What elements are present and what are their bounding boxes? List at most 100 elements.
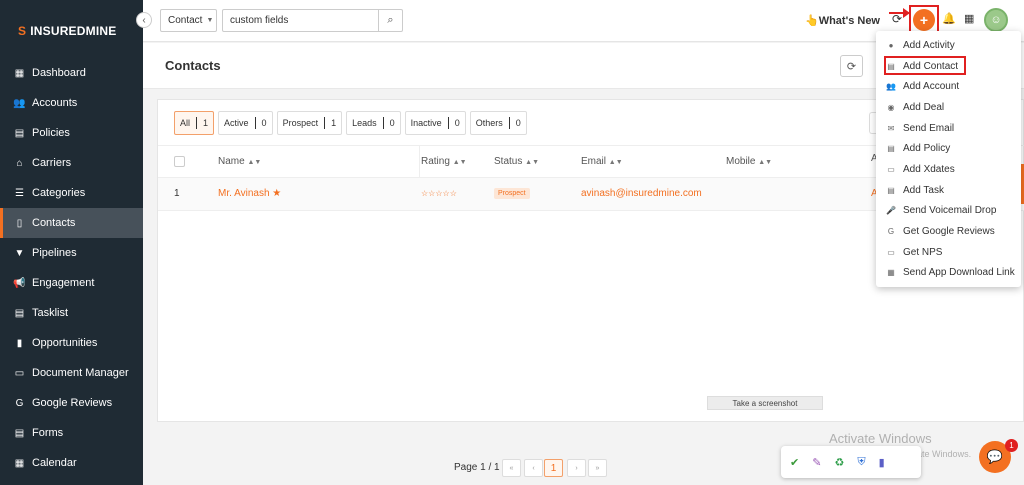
page-title: Contacts [165,58,221,73]
sidebar-item-forms[interactable]: ▤ Forms [0,418,143,448]
sidebar-item-opportunities[interactable]: ▮ Opportunities [0,328,143,358]
sidebar-item-calendar[interactable]: ▦ Calendar [0,448,143,478]
menu-item-add-account[interactable]: 👥 Add Account [876,76,1021,96]
menu-item-label: Add Account [903,80,960,92]
menu-item-add-deal[interactable]: ◉ Add Deal [876,97,1021,117]
page-label: Page 1 / 1 [454,462,500,473]
filter-label: Prospect [282,118,319,128]
menu-item-label: Send Voicemail Drop [903,204,997,216]
menu-item-get-google-reviews[interactable]: G Get Google Reviews [876,221,1021,241]
email-link[interactable]: avinash@insuredmine.com [581,188,702,199]
menu-item-add-activity[interactable]: ● Add Activity [876,35,1021,55]
column-header-status[interactable]: Status ▲▼ [494,156,539,167]
sidebar-item-google-reviews[interactable]: G Google Reviews [0,388,143,418]
select-all-checkbox[interactable] [174,156,185,167]
column-header-name[interactable]: Name ▲▼ [218,156,261,167]
form-icon: ▤ [14,427,25,439]
sidebar-item-policies[interactable]: ▤ Policies [0,118,143,148]
filter-active[interactable]: Active 0 [218,111,273,135]
column-divider [419,146,420,179]
brand-mark-icon: S [18,24,27,38]
column-label: Email [581,156,607,167]
menu-item-label: Add Deal [903,101,945,113]
column-label: Rating [421,156,450,167]
menu-item-get-nps[interactable]: ▭ Get NPS [876,242,1021,262]
filter-label: Leads [352,118,377,128]
brand-logo[interactable]: S INSUREDMINE [18,24,116,38]
nps-icon: ▭ [887,247,895,257]
filter-inactive[interactable]: Inactive 0 [404,111,466,135]
filter-leads[interactable]: Leads 0 [346,111,401,135]
first-page-icon[interactable]: « [502,459,521,477]
menu-item-label: Add Xdates [903,163,955,175]
sidebar-item-engagement[interactable]: 📢 Engagement [0,268,143,298]
feather-icon[interactable]: ✎ [812,456,821,469]
google-icon: G [15,397,24,409]
brand-name: INSUREDMINE [30,24,117,38]
avatar[interactable]: ☺ [984,8,1008,32]
search-type-select[interactable]: Contact ▼ [160,9,217,32]
sidebar-item-categories[interactable]: ☰ Categories [0,178,143,208]
google-icon: G [887,226,895,236]
search-input[interactable] [222,9,379,32]
shield-icon[interactable]: ⛨ [857,456,865,469]
sidebar-item-label: Categories [32,187,86,199]
menu-item-send-email[interactable]: ✉ Send Email [876,118,1021,138]
sidebar-item-accounts[interactable]: 👥 Accounts [0,88,143,118]
menu-item-label: Add Task [903,184,944,196]
sidebar-item-dashboard[interactable]: ▦ Dashboard [0,58,143,88]
column-header-email[interactable]: Email ▲▼ [581,156,623,167]
recycle-icon[interactable]: ♻ [834,456,844,469]
menu-item-add-task[interactable]: ▤ Add Task [876,180,1021,200]
shield-check-icon[interactable]: ✔ [790,456,799,469]
tasklist-icon: ▤ [14,307,25,319]
rating-stars[interactable]: ☆☆☆☆☆ [421,189,457,198]
sort-icon: ▲▼ [608,159,623,166]
filter-all[interactable]: All 1 [174,111,215,135]
filter-prospect[interactable]: Prospect 1 [276,111,343,135]
column-header-mobile[interactable]: Mobile ▲▼ [726,156,772,167]
chat-badge: 1 [1005,439,1018,452]
column-label: Mobile [726,156,756,167]
sidebar-item-tasklist[interactable]: ▤ Tasklist [0,298,143,328]
sidebar-item-pipelines[interactable]: ▼ Pipelines [0,238,143,268]
sidebar-item-document-manager[interactable]: ▭ Document Manager [0,358,143,388]
sidebar-item-label: Google Reviews [32,397,113,409]
menu-item-label: Add Policy [903,142,951,154]
bell-icon[interactable]: 🔔 [942,12,956,25]
collapse-sidebar-chevron-icon[interactable]: ‹ [136,12,152,28]
sidebar-item-label: Policies [32,127,70,139]
contact-card-icon: ▯ [16,217,23,229]
filter-others[interactable]: Others 0 [469,111,527,135]
filter-label: All [180,118,191,128]
contact-name-link[interactable]: Mr. Avinash ★ [218,188,281,199]
teams-icon[interactable]: ▮ [879,456,885,469]
policy-icon: ▤ [887,143,895,153]
next-page-icon[interactable]: › [567,459,586,477]
grid-icon: ▦ [887,267,895,277]
sync-icon[interactable]: ⟳ [892,12,902,26]
annotation-arrow-icon [889,8,910,18]
menu-item-add-policy[interactable]: ▤ Add Policy [876,138,1021,158]
refresh-icon[interactable]: ⟳ [840,55,863,77]
menu-item-send-voicemail-drop[interactable]: 🎤 Send Voicemail Drop [876,200,1021,220]
whats-new-link[interactable]: 👆What's New [805,14,880,27]
dashboard-icon: ▦ [14,67,25,79]
sort-icon: ▲▼ [525,159,539,166]
menu-item-send-app-download-link[interactable]: ▦ Send App Download Link [876,262,1021,282]
column-header-rating[interactable]: Rating ▲▼ [421,156,467,167]
search-icon[interactable]: ⌕ [379,9,403,32]
calculator-icon[interactable]: ▦ [964,12,974,25]
menu-item-add-xdates[interactable]: ▭ Add Xdates [876,159,1021,179]
activate-windows-title: Activate Windows [829,431,932,446]
last-page-icon[interactable]: » [588,459,607,477]
sidebar-item-label: Contacts [32,217,76,229]
filter-count: 0 [454,118,460,128]
users-icon: 👥 [886,81,896,91]
sidebar-item-contacts[interactable]: ▯ Contacts [0,208,143,238]
current-page-button[interactable]: 1 [544,459,563,477]
prev-page-icon[interactable]: ‹ [524,459,543,477]
filter-count: 1 [203,118,209,128]
filter-count: 1 [331,118,337,128]
sidebar-item-carriers[interactable]: ⌂ Carriers [0,148,143,178]
